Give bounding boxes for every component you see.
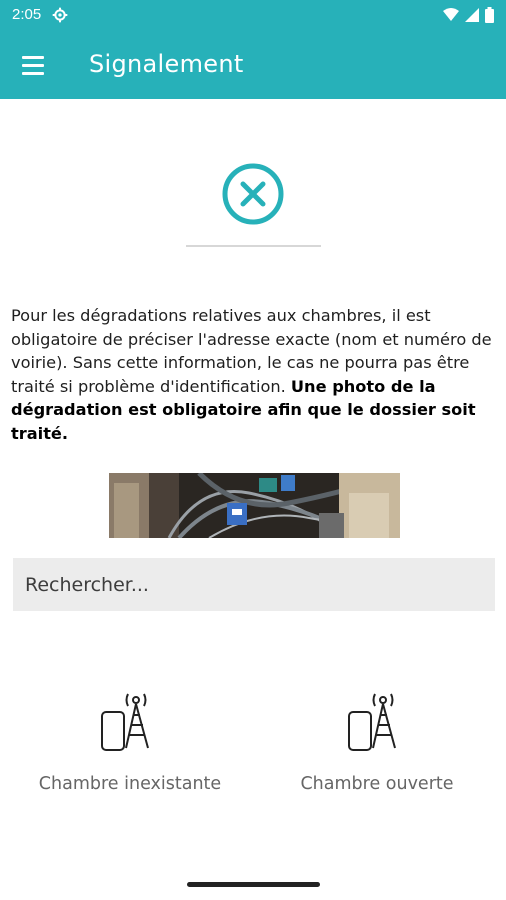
page-title: Signalement [89,50,244,78]
circle-close-icon[interactable] [221,162,285,226]
phone-antenna-icon [101,693,149,751]
app-bar: Signalement [0,32,506,99]
option-label: Chambre inexistante [38,774,222,794]
status-icons [443,7,494,23]
status-time: 2:05 [12,6,42,23]
status-bar: 2:05 [0,0,506,32]
damage-photo[interactable] [109,473,400,538]
option-label: Chambre ouverte [300,774,454,794]
settings-gear-icon [52,7,68,23]
hamburger-menu-icon[interactable] [18,48,52,82]
battery-icon [485,7,494,23]
option-chambre-inexistante[interactable]: Chambre inexistante [20,690,240,810]
info-text: Pour les dégradations relatives aux cham… [11,304,499,445]
home-indicator[interactable] [187,882,320,887]
cellular-signal-icon [465,8,479,22]
option-chambre-ouverte[interactable]: Chambre ouverte [267,690,487,810]
search-input[interactable] [13,558,495,611]
divider [186,245,321,247]
wifi-icon [443,8,459,21]
phone-antenna-icon [348,693,396,751]
